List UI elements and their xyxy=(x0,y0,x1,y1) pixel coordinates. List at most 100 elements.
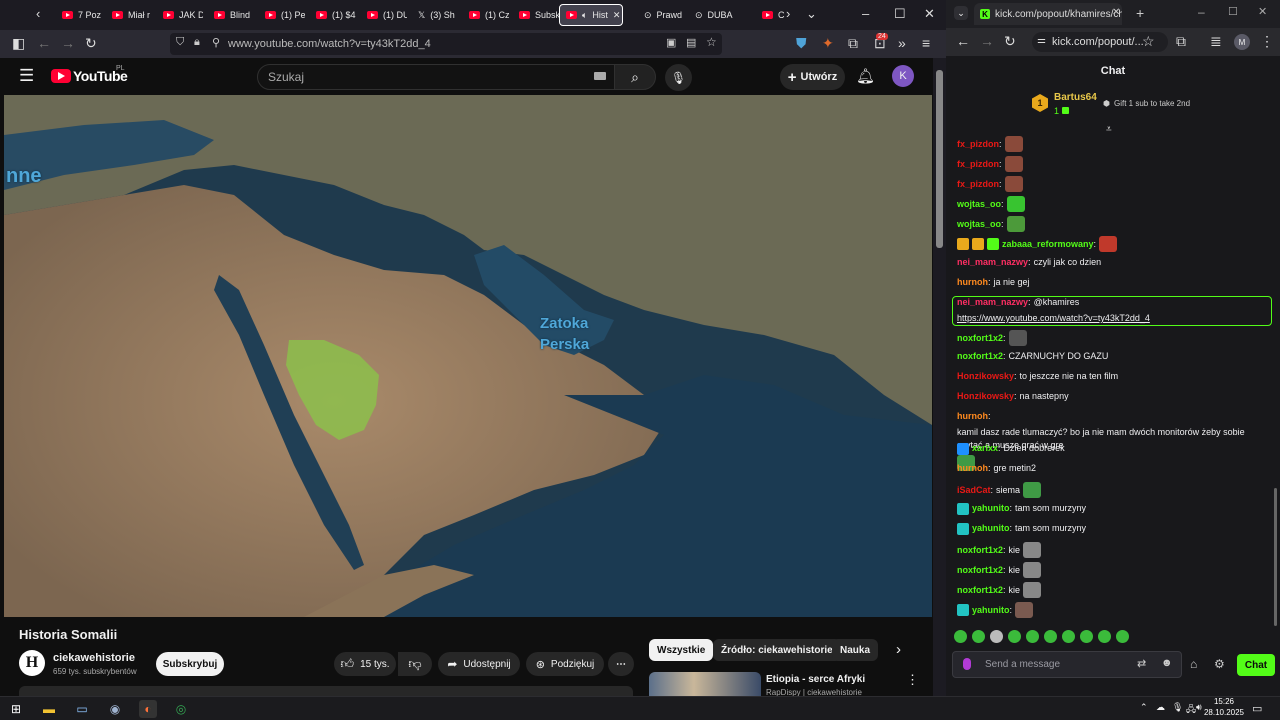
bookmark-star-icon[interactable]: ☆ xyxy=(706,35,717,49)
browser-tab[interactable]: ⊙ Prawd xyxy=(638,4,684,26)
browser-tab[interactable]: Miał r xyxy=(106,4,152,26)
chat-emote-icon[interactable] xyxy=(1004,156,1023,172)
channel-avatar[interactable]: H xyxy=(19,650,45,676)
reload-icon[interactable]: ↻ xyxy=(1004,33,1016,50)
chat-username[interactable]: noxfort1x2 xyxy=(957,584,1003,597)
steam-icon[interactable]: ◉ xyxy=(106,700,124,718)
quick-emote-7[interactable] xyxy=(1062,630,1075,643)
network-icon[interactable]: 🖧︎ xyxy=(1186,702,1196,718)
privacy-extension-icon[interactable]: ⛊ xyxy=(796,35,807,52)
dislike-button[interactable]: 👎︎ xyxy=(398,652,432,676)
chat-emote-icon[interactable] xyxy=(1023,562,1042,578)
chat-emote-icon[interactable] xyxy=(1008,330,1027,346)
quick-emote-9[interactable] xyxy=(1098,630,1111,643)
chat-username[interactable]: fx_pizdon xyxy=(957,138,999,151)
youtube-logo-icon[interactable] xyxy=(51,69,71,83)
profile-avatar[interactable]: M xyxy=(1234,34,1250,50)
onedrive-icon[interactable]: ☁ xyxy=(1156,702,1165,713)
chat-username[interactable]: hurnoh xyxy=(957,276,988,289)
close-tab-icon[interactable]: ✕ xyxy=(613,10,621,21)
chips-next-icon[interactable]: › xyxy=(896,641,901,658)
lock-icon[interactable]: 🔒︎ xyxy=(194,36,200,49)
tab-list-icon[interactable]: ⌄ xyxy=(806,6,817,22)
chat-username[interactable]: noxfort1x2 xyxy=(957,332,1003,345)
tab-search-icon[interactable]: ⌄ xyxy=(954,6,968,20)
chat-username[interactable]: iSadCat xyxy=(957,484,991,497)
user-badge-icon[interactable] xyxy=(972,238,984,250)
page-scrollbar-thumb[interactable] xyxy=(936,70,943,248)
site-info-icon[interactable]: ⚌ xyxy=(1037,35,1046,46)
reader-view-icon[interactable]: ▤ xyxy=(686,36,696,49)
minimize-icon[interactable]: – xyxy=(862,6,869,21)
computer-icon[interactable]: ▭ xyxy=(73,700,91,718)
back-icon[interactable]: ← xyxy=(37,35,51,51)
chat-username[interactable]: wojtas_oo xyxy=(957,218,1001,231)
kick-tab[interactable]: K kick.com/popout/khamires/cha xyxy=(974,3,1122,25)
chat-username[interactable]: yahunito xyxy=(972,604,1010,617)
chat-username[interactable]: Honzikowsky xyxy=(957,390,1014,403)
chat-username[interactable]: fx_pizdon xyxy=(957,158,999,171)
notifications-bell-icon[interactable]: 🔔︎ xyxy=(856,67,875,85)
close-tab-icon[interactable]: ✕ xyxy=(1112,7,1120,18)
shield-icon[interactable]: ⛉ xyxy=(176,36,184,49)
chat-username[interactable]: zabaaa_reformowany xyxy=(1002,238,1094,251)
chat-username[interactable]: noxfort1x2 xyxy=(957,350,1003,363)
browser-tab[interactable]: (1) Cz xyxy=(463,4,509,26)
more-actions-button[interactable]: ⋯ xyxy=(608,652,634,676)
voice-search-button[interactable]: 🎙︎ xyxy=(665,64,692,91)
browser-tab[interactable]: (1) Pe xyxy=(259,4,305,26)
hamburger-menu-icon[interactable]: ☰ xyxy=(19,66,34,86)
channel-name[interactable]: ciekawehistorie xyxy=(53,652,135,664)
share-button[interactable]: ➦ Udostępnij xyxy=(438,652,520,676)
search-button[interactable]: ⌕ xyxy=(614,64,656,90)
maximize-icon[interactable]: ☐ xyxy=(1228,5,1238,18)
user-badge-icon[interactable] xyxy=(957,604,969,616)
media-control-icon[interactable]: ≣ xyxy=(1210,33,1222,50)
quick-emote-4[interactable] xyxy=(1008,630,1021,643)
close-window-icon[interactable]: ✕ xyxy=(1258,5,1267,18)
chrome-icon[interactable]: ◎ xyxy=(172,700,190,718)
chat-emote-icon[interactable] xyxy=(1023,542,1042,558)
like-button[interactable]: 👍︎ 15 tys. xyxy=(334,652,396,676)
recommendation-menu-icon[interactable]: ⋮ xyxy=(906,672,919,688)
tray-overflow-icon[interactable]: ⌃ xyxy=(1140,702,1148,713)
chat-username[interactable]: nei_mam_nazwy xyxy=(957,256,1028,269)
sidebar-toggle-icon[interactable]: ◧ xyxy=(12,35,25,52)
keyboard-icon[interactable] xyxy=(594,72,606,80)
chat-url-text[interactable]: kick.com/popout/... xyxy=(1052,36,1144,48)
chat-username[interactable]: noxfort1x2 xyxy=(957,564,1003,577)
overflow-chevron-icon[interactable]: » xyxy=(898,35,906,51)
firefox-icon[interactable]: ◐ xyxy=(139,700,157,718)
url-text[interactable]: www.youtube.com/watch?v=ty43kT2dd_4 xyxy=(228,38,431,50)
back-icon[interactable]: ← xyxy=(956,33,970,49)
chat-emote-icon[interactable] xyxy=(1023,582,1042,598)
quick-emote-5[interactable] xyxy=(1026,630,1039,643)
bookmark-star-icon[interactable]: ☆ xyxy=(1142,33,1155,50)
browser-tab[interactable]: Subsk xyxy=(513,4,559,26)
chip-all[interactable]: Wszystkie xyxy=(649,639,714,661)
quick-emote-2[interactable] xyxy=(972,630,985,643)
chat-emote-icon[interactable] xyxy=(1023,482,1042,498)
chat-emote-icon[interactable] xyxy=(1006,196,1025,212)
new-tab-icon[interactable]: + xyxy=(1136,5,1144,21)
tab-scroll-left-icon[interactable]: ‹ xyxy=(36,6,40,21)
chip-source[interactable]: Źródło: ciekawehistorie xyxy=(713,639,841,661)
clock-date[interactable]: 28.10.2025 xyxy=(1198,708,1250,717)
user-badge-icon[interactable] xyxy=(957,522,969,535)
permissions-icon[interactable]: ⚲ xyxy=(212,36,220,49)
reload-icon[interactable]: ↻ xyxy=(85,35,97,52)
browser-tab[interactable]: C xyxy=(756,4,802,26)
maximize-icon[interactable]: ☐ xyxy=(894,6,906,22)
emoji-picker-icon[interactable]: ☻ xyxy=(1161,657,1173,669)
chat-username[interactable]: yahunito xyxy=(972,522,1010,535)
browser-tab[interactable]: JAK D xyxy=(157,4,203,26)
video-player[interactable]: nne Zatoka Perska xyxy=(4,95,932,617)
account-avatar[interactable]: K xyxy=(892,65,914,87)
file-explorer-icon[interactable]: ▬ xyxy=(40,700,58,718)
thanks-button[interactable]: ⊛ Podziękuj xyxy=(526,652,604,676)
user-badge-icon[interactable] xyxy=(987,238,999,250)
description-box[interactable] xyxy=(19,686,633,696)
close-window-icon[interactable]: ✕ xyxy=(924,6,935,22)
browser-menu-icon[interactable]: ⋮ xyxy=(1260,33,1274,50)
chat-scrollbar-thumb[interactable] xyxy=(1274,488,1277,626)
